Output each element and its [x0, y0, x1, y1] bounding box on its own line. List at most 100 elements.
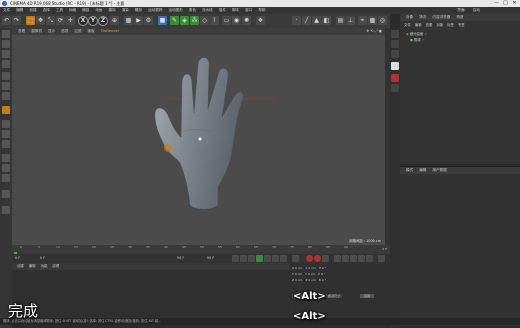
- layer-icon[interactable]: [391, 84, 399, 92]
- menu-item-motion-tracker[interactable]: 运动跟踪: [148, 8, 162, 12]
- camera-icon[interactable]: ◉: [232, 16, 241, 25]
- menu-item-script[interactable]: 脚本: [232, 8, 239, 12]
- instance-icon[interactable]: ◇: [200, 16, 209, 25]
- workplane-icon[interactable]: ▩: [368, 16, 377, 25]
- content-browser-icon[interactable]: [391, 50, 399, 58]
- x-axis-lock-button[interactable]: X: [78, 16, 88, 26]
- menu-item-edit[interactable]: 编辑: [16, 8, 23, 12]
- viewport-menu-cameras[interactable]: 摄像机: [31, 29, 42, 33]
- recent-tools-icon[interactable]: ✛: [66, 16, 75, 25]
- edges-tool-icon[interactable]: [2, 82, 10, 90]
- move-icon[interactable]: ✥: [36, 16, 45, 25]
- texture-mode-icon[interactable]: ▤: [336, 16, 345, 25]
- next-key-icon[interactable]: [272, 255, 279, 262]
- cube-icon[interactable]: ■: [158, 16, 167, 25]
- viewport-menu-view[interactable]: 查看: [18, 29, 25, 33]
- planar-workplane-icon[interactable]: [2, 190, 10, 198]
- size-x-field[interactable]: 0 cm: [308, 266, 315, 270]
- tab-content-browser[interactable]: 内容浏览器: [432, 15, 450, 19]
- position-z-field[interactable]: 0 cm: [295, 278, 302, 282]
- make-editable-tool-icon[interactable]: [2, 30, 10, 38]
- z-axis-lock-button[interactable]: Z: [98, 16, 108, 26]
- keyframe-selection-icon[interactable]: [322, 255, 329, 262]
- viewport-menu-prorender[interactable]: ProRender: [101, 29, 120, 33]
- menu-item-mograph[interactable]: 运动图形: [168, 8, 182, 12]
- menu-item-render[interactable]: 渲染: [122, 8, 129, 12]
- position-y-field[interactable]: 0 cm: [295, 272, 302, 276]
- light-icon[interactable]: ✺: [242, 16, 251, 25]
- size-z-field[interactable]: 0 cm: [308, 278, 315, 282]
- menu-item-pipeline[interactable]: 流水线: [202, 8, 213, 12]
- go-to-start-icon[interactable]: [232, 255, 239, 262]
- array-icon[interactable]: ⁂: [190, 16, 199, 25]
- live-selection-icon[interactable]: ⬚: [26, 16, 35, 25]
- redo-icon[interactable]: ↷: [12, 16, 21, 25]
- solo-icon[interactable]: ◎: [378, 16, 387, 25]
- tab-structure[interactable]: 构造: [456, 15, 463, 19]
- record-icon[interactable]: [391, 74, 399, 82]
- enable-axis-icon[interactable]: [2, 106, 10, 114]
- y-axis-lock-button[interactable]: Y: [88, 16, 98, 26]
- menu-item-sculpt[interactable]: 雕刻: [135, 8, 142, 12]
- om-menu-tags[interactable]: 标签: [447, 23, 454, 27]
- timeline-ruler[interactable]: 0 5 10 15 20 25 30 35 40 45 50 55 60 65 …: [12, 245, 390, 260]
- tab-objects[interactable]: 对象: [406, 15, 413, 19]
- subdivision-surface-icon[interactable]: ◈: [180, 16, 189, 25]
- om-menu-edit[interactable]: 编辑: [415, 23, 422, 27]
- hand-mesh[interactable]: [154, 57, 244, 210]
- parameter-key-icon[interactable]: [358, 255, 365, 262]
- menu-item-tools[interactable]: 工具: [56, 8, 63, 12]
- polygons-tool-icon[interactable]: [2, 92, 10, 100]
- takes-tab-icon[interactable]: [391, 40, 399, 48]
- minimize-button[interactable]: —: [492, 0, 501, 7]
- pla-key-icon[interactable]: [366, 255, 373, 262]
- lock-workplane-icon[interactable]: [2, 174, 10, 182]
- workplane-tool-icon[interactable]: [2, 60, 10, 68]
- autokey-icon[interactable]: [314, 255, 321, 262]
- size-mode-select[interactable]: 绝对尺寸: [326, 294, 343, 298]
- am-tab-user-data[interactable]: 用户数据: [432, 168, 446, 172]
- mat-menu-edit[interactable]: 编辑: [29, 264, 36, 268]
- menu-item-animate[interactable]: 动画: [95, 8, 102, 12]
- size-y-field[interactable]: 0 cm: [308, 272, 315, 276]
- scale-icon[interactable]: ⤡: [46, 16, 55, 25]
- object-row-subdivision[interactable]: ◈ 细分曲面 ✓: [406, 31, 427, 36]
- tweak-tool-icon[interactable]: [2, 120, 10, 128]
- record-key-icon[interactable]: [306, 255, 313, 262]
- metaball-handle[interactable]: [164, 144, 172, 152]
- viewport-menu-options[interactable]: 选项: [61, 29, 68, 33]
- menu-item-create[interactable]: 创建: [29, 8, 36, 12]
- menu-item-window[interactable]: 窗口: [245, 8, 252, 12]
- visible-check-icon[interactable]: ✓: [422, 38, 425, 42]
- next-frame-icon[interactable]: [264, 255, 271, 262]
- mat-menu-create[interactable]: 创建: [17, 264, 24, 268]
- menu-item-simulate[interactable]: 模拟: [109, 8, 116, 12]
- timeline-menu-icon[interactable]: [378, 255, 385, 262]
- visibility-icon[interactable]: [2, 206, 10, 214]
- edges-mode-icon[interactable]: ╱: [302, 16, 311, 25]
- menu-item-plugins[interactable]: 插件: [219, 8, 226, 12]
- snap-icon[interactable]: ⌖: [358, 16, 367, 25]
- om-menu-file[interactable]: 文件: [404, 23, 411, 27]
- object-axis-icon[interactable]: [198, 137, 202, 141]
- position-x-field[interactable]: 0 cm: [295, 266, 302, 270]
- polygons-mode-icon[interactable]: ▲: [312, 16, 321, 25]
- scale-key-icon[interactable]: [342, 255, 349, 262]
- undo-icon[interactable]: ↶: [2, 16, 11, 25]
- menu-item-character[interactable]: 角色: [189, 8, 196, 12]
- model-mode-icon[interactable]: ◧: [322, 16, 331, 25]
- menu-item-snap[interactable]: 捕捉: [82, 8, 89, 12]
- menu-item-mesh[interactable]: 网格: [69, 8, 76, 12]
- texture-tool-icon[interactable]: [2, 50, 10, 58]
- position-key-icon[interactable]: [334, 255, 341, 262]
- pen-spline-icon[interactable]: ✎: [170, 16, 179, 25]
- go-to-end-icon[interactable]: [280, 255, 287, 262]
- render-settings-icon[interactable]: ⚙: [144, 16, 153, 25]
- maximize-button[interactable]: □: [501, 0, 510, 7]
- mat-menu-texture[interactable]: 纹理: [52, 264, 59, 268]
- tab-takes[interactable]: 场次: [419, 15, 426, 19]
- axis-mode-icon[interactable]: ⊥: [346, 16, 355, 25]
- render-view-icon[interactable]: ▦: [124, 16, 133, 25]
- object-row-metaball[interactable]: ● 融球 ✓: [410, 37, 425, 42]
- points-tool-icon[interactable]: [2, 72, 10, 80]
